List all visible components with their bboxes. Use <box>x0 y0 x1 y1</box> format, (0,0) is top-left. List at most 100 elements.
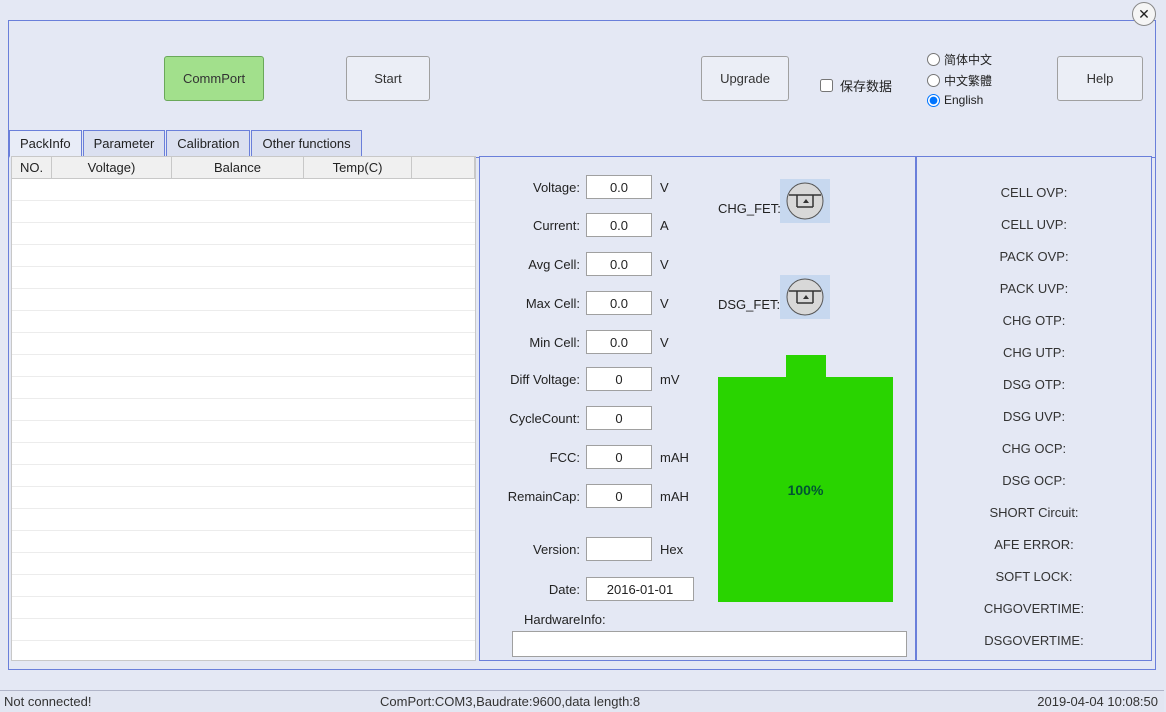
date-label: Date: <box>482 582 586 597</box>
status-connection: Not connected! <box>4 694 91 709</box>
row-diffvolt: Diff Voltage: 0 mV <box>482 367 687 391</box>
alarm-celluvp: CELL UVP: <box>917 217 1151 232</box>
alarm-dsgotp: DSG OTP: <box>917 377 1151 392</box>
save-data-label: 保存数据 <box>840 76 892 95</box>
chg-fet-label: CHG_FET: <box>718 201 781 216</box>
diffvolt-label: Diff Voltage: <box>482 372 586 387</box>
window-close-button[interactable]: ✕ <box>1132 2 1156 26</box>
save-data-checkbox[interactable]: 保存数据 <box>816 76 892 95</box>
avgcell-value: 0.0 <box>586 252 652 276</box>
row-version: Version: Hex <box>482 537 687 561</box>
mincell-unit: V <box>652 335 687 350</box>
chg-fet-icon <box>780 179 830 223</box>
main-panel: CommPort Start Upgrade Help 保存数据 简体中文 中文… <box>8 20 1156 670</box>
version-label: Version: <box>482 542 586 557</box>
hardware-info-label: HardwareInfo: <box>524 612 606 627</box>
alarm-chgocp: CHG OCP: <box>917 441 1151 456</box>
language-radios: 简体中文 中文繁體 English <box>927 51 992 107</box>
alarm-panel: CELL OVP: CELL UVP: PACK OVP: PACK UVP: CHG … <box>916 156 1152 661</box>
lang-traditional-label: 中文繁體 <box>944 72 992 89</box>
alarm-chgovertime: CHGOVERTIME: <box>917 601 1151 616</box>
voltage-unit: V <box>652 180 687 195</box>
toolbar: CommPort Start Upgrade Help 保存数据 简体中文 中文… <box>9 21 1155 126</box>
row-fcc: FCC: 0 mAH <box>482 445 687 469</box>
lang-simplified[interactable]: 简体中文 <box>927 51 992 68</box>
alarm-dsguvp: DSG UVP: <box>917 409 1151 424</box>
status-bar: Not connected! ComPort:COM3,Baudrate:960… <box>0 690 1164 712</box>
avgcell-label: Avg Cell: <box>482 257 586 272</box>
fcc-unit: mAH <box>652 450 687 465</box>
avgcell-unit: V <box>652 257 687 272</box>
start-label: Start <box>374 71 401 86</box>
battery-cap-icon <box>786 355 826 377</box>
tab-content: NO. Voltage) Balance Temp(C) Voltage: 0.… <box>9 154 1155 669</box>
cell-table-header: NO. Voltage) Balance Temp(C) <box>12 157 475 179</box>
lang-english-label: English <box>944 93 983 107</box>
info-panel: Voltage: 0.0 V Current: 0.0 A Avg Cell: … <box>479 156 916 661</box>
mincell-label: Min Cell: <box>482 335 586 350</box>
upgrade-label: Upgrade <box>720 71 770 86</box>
status-datetime: 2019-04-04 10:08:50 <box>1037 694 1158 709</box>
battery-body: 100% <box>718 377 893 602</box>
row-avgcell: Avg Cell: 0.0 V <box>482 252 687 276</box>
col-voltage[interactable]: Voltage) <box>52 157 172 178</box>
alarm-chgotp: CHG OTP: <box>917 313 1151 328</box>
remaincap-value: 0 <box>586 484 652 508</box>
help-button[interactable]: Help <box>1057 56 1143 101</box>
alarm-packovp: PACK OVP: <box>917 249 1151 264</box>
col-balance[interactable]: Balance <box>172 157 304 178</box>
cell-table: NO. Voltage) Balance Temp(C) <box>11 156 476 661</box>
maxcell-label: Max Cell: <box>482 296 586 311</box>
alarm-cellovp: CELL OVP: <box>917 185 1151 200</box>
battery-indicator: 100% <box>718 355 893 625</box>
upgrade-button[interactable]: Upgrade <box>701 56 789 101</box>
battery-percent: 100% <box>788 482 824 498</box>
lang-english-radio[interactable] <box>927 94 940 107</box>
col-no[interactable]: NO. <box>12 157 52 178</box>
start-button[interactable]: Start <box>346 56 430 101</box>
diffvolt-unit: mV <box>652 372 687 387</box>
row-maxcell: Max Cell: 0.0 V <box>482 291 687 315</box>
save-data-input[interactable] <box>820 79 833 92</box>
close-icon: ✕ <box>1138 6 1150 23</box>
dsg-fet-label: DSG_FET: <box>718 297 780 312</box>
cyclecount-value: 0 <box>586 406 652 430</box>
current-unit: A <box>652 218 687 233</box>
col-spacer <box>412 157 475 178</box>
alarm-dsgocp: DSG OCP: <box>917 473 1151 488</box>
lang-simplified-radio[interactable] <box>927 53 940 66</box>
voltage-value: 0.0 <box>586 175 652 199</box>
alarm-shortcircuit: SHORT Circuit: <box>917 505 1151 520</box>
version-value <box>586 537 652 561</box>
alarm-dsgovertime: DSGOVERTIME: <box>917 633 1151 648</box>
cyclecount-label: CycleCount: <box>482 411 586 426</box>
row-cyclecount: CycleCount: 0 <box>482 406 687 430</box>
hardware-info-value <box>512 631 907 657</box>
remaincap-unit: mAH <box>652 489 687 504</box>
current-value: 0.0 <box>586 213 652 237</box>
commport-label: CommPort <box>183 71 245 86</box>
maxcell-value: 0.0 <box>586 291 652 315</box>
diffvolt-value: 0 <box>586 367 652 391</box>
alarm-packuvp: PACK UVP: <box>917 281 1151 296</box>
row-mincell: Min Cell: 0.0 V <box>482 330 687 354</box>
remaincap-label: RemainCap: <box>482 489 586 504</box>
row-current: Current: 0.0 A <box>482 213 687 237</box>
commport-button[interactable]: CommPort <box>164 56 264 101</box>
mincell-value: 0.0 <box>586 330 652 354</box>
current-label: Current: <box>482 218 586 233</box>
fcc-value: 0 <box>586 445 652 469</box>
maxcell-unit: V <box>652 296 687 311</box>
lang-traditional-radio[interactable] <box>927 74 940 87</box>
row-date: Date: 2016-01-01 <box>482 577 729 601</box>
version-unit: Hex <box>652 542 687 557</box>
lang-english[interactable]: English <box>927 93 992 107</box>
alarm-softlock: SOFT LOCK: <box>917 569 1151 584</box>
status-comport: ComPort:COM3,Baudrate:9600,data length:8 <box>380 694 640 709</box>
alarm-chgutp: CHG UTP: <box>917 345 1151 360</box>
dsg-fet-icon <box>780 275 830 319</box>
col-temp[interactable]: Temp(C) <box>304 157 412 178</box>
lang-traditional[interactable]: 中文繁體 <box>927 72 992 89</box>
cell-table-body <box>12 179 475 661</box>
help-label: Help <box>1087 71 1114 86</box>
